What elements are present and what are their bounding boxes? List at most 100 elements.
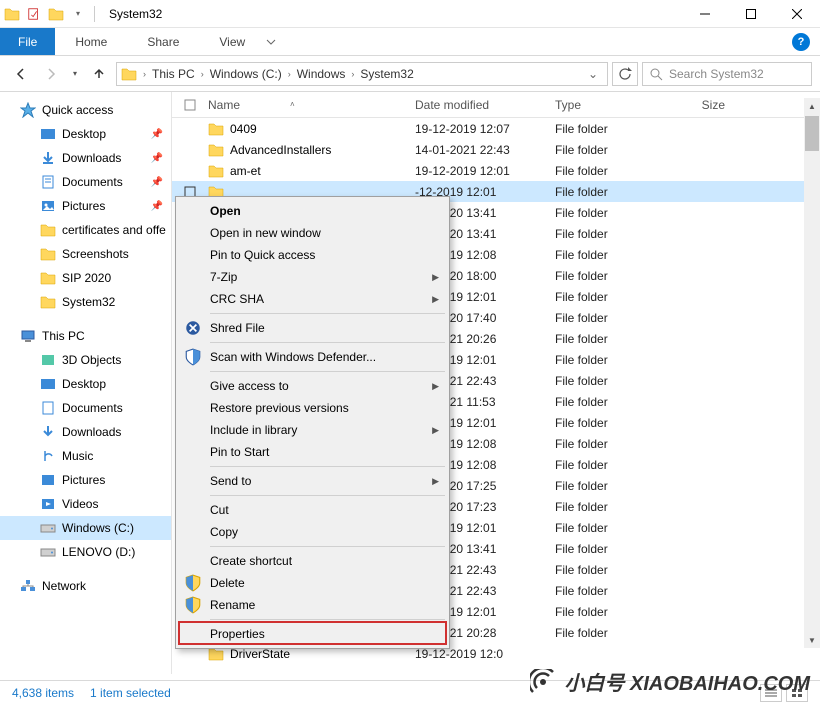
breadcrumb-windows[interactable]: Windows (293, 67, 350, 81)
sidebar-item-icon (40, 400, 56, 416)
qat-new-folder-icon[interactable] (48, 6, 64, 22)
breadcrumb-sep-icon[interactable]: › (351, 69, 354, 79)
menu-item-shred-file[interactable]: Shred File (178, 317, 447, 339)
scroll-up-icon[interactable]: ▲ (804, 98, 820, 114)
folder-icon (208, 163, 224, 179)
sidebar-pc-item[interactable]: Documents (0, 396, 171, 420)
menu-separator (210, 371, 445, 372)
defender-shield-icon (184, 348, 202, 366)
sidebar-quick-item[interactable]: SIP 2020 (0, 266, 171, 290)
status-item-count: 4,638 items (12, 686, 74, 700)
qat-properties-icon[interactable] (26, 6, 42, 22)
view-tab[interactable]: View (199, 28, 265, 55)
select-all-checkbox[interactable] (184, 99, 196, 111)
sidebar-pc-item[interactable]: Downloads (0, 420, 171, 444)
breadcrumb-system32[interactable]: System32 (356, 67, 417, 81)
sidebar-quick-access[interactable]: Quick access (0, 98, 171, 122)
breadcrumb-drive[interactable]: Windows (C:) (206, 67, 286, 81)
ribbon: File Home Share View ? (0, 28, 820, 56)
back-button[interactable] (8, 61, 34, 87)
sidebar-quick-item[interactable]: Desktop📌 (0, 122, 171, 146)
breadcrumb-sep-icon[interactable]: › (143, 69, 146, 79)
sidebar-pc-item[interactable]: Videos (0, 492, 171, 516)
sidebar-quick-item[interactable]: Screenshots (0, 242, 171, 266)
home-tab[interactable]: Home (55, 28, 127, 55)
file-row[interactable]: am-et 19-12-2019 12:01 File folder (172, 160, 820, 181)
column-headers: Name˄ Date modified Type Size (172, 92, 820, 118)
sidebar-this-pc[interactable]: This PC (0, 324, 171, 348)
sidebar-item-icon (40, 174, 56, 190)
scrollbar-thumb[interactable] (805, 116, 819, 151)
sidebar-quick-item[interactable]: Downloads📌 (0, 146, 171, 170)
menu-item-open[interactable]: Open (178, 200, 447, 222)
address-bar[interactable]: › This PC › Windows (C:) › Windows › Sys… (116, 62, 608, 86)
file-tab[interactable]: File (0, 28, 55, 55)
qat-dropdown-icon[interactable]: ▾ (70, 6, 86, 22)
search-input[interactable]: Search System32 (642, 62, 812, 86)
pin-icon: 📌 (151, 153, 163, 164)
menu-item-create-shortcut[interactable]: Create shortcut (178, 550, 447, 572)
menu-item-scan-with-windows-defender-[interactable]: Scan with Windows Defender... (178, 346, 447, 368)
breadcrumb-sep-icon[interactable]: › (288, 69, 291, 79)
sidebar-network[interactable]: Network (0, 574, 171, 598)
sidebar-item-icon (40, 294, 56, 310)
menu-item-cut[interactable]: Cut (178, 499, 447, 521)
broadcast-icon (530, 669, 556, 695)
menu-item-delete[interactable]: Delete (178, 572, 447, 594)
column-date[interactable]: Date modified (415, 98, 555, 112)
scroll-down-icon[interactable]: ▼ (804, 632, 820, 648)
sidebar-pc-item[interactable]: Desktop (0, 372, 171, 396)
close-button[interactable] (774, 0, 820, 28)
column-size[interactable]: Size (665, 98, 725, 112)
recent-dropdown-icon[interactable]: ▾ (68, 61, 82, 87)
title-bar: ▾ System32 (0, 0, 820, 28)
sidebar-quick-item[interactable]: Pictures📌 (0, 194, 171, 218)
breadcrumb-sep-icon[interactable]: › (201, 69, 204, 79)
file-row[interactable]: 0409 19-12-2019 12:07 File folder (172, 118, 820, 139)
menu-item-crc-sha[interactable]: CRC SHA▶ (178, 288, 447, 310)
ribbon-expand-icon[interactable] (265, 36, 277, 48)
menu-item-pin-to-start[interactable]: Pin to Start (178, 441, 447, 463)
search-icon (649, 67, 663, 81)
sidebar-quick-item[interactable]: System32 (0, 290, 171, 314)
sidebar-quick-item[interactable]: Documents📌 (0, 170, 171, 194)
file-row[interactable]: AdvancedInstallers 14-01-2021 22:43 File… (172, 139, 820, 160)
refresh-button[interactable] (612, 62, 638, 86)
sidebar-pc-item[interactable]: Pictures (0, 468, 171, 492)
breadcrumb-this-pc[interactable]: This PC (148, 67, 199, 81)
pin-icon: 📌 (151, 177, 163, 188)
submenu-arrow-icon: ▶ (432, 294, 439, 305)
menu-separator (210, 495, 445, 496)
maximize-button[interactable] (728, 0, 774, 28)
menu-item-copy[interactable]: Copy (178, 521, 447, 543)
window-folder-icon (4, 6, 20, 22)
menu-item-rename[interactable]: Rename (178, 594, 447, 616)
sidebar-pc-item[interactable]: Windows (C:) (0, 516, 171, 540)
forward-button[interactable] (38, 61, 64, 87)
sidebar-quick-item[interactable]: certificates and offe (0, 218, 171, 242)
sidebar-pc-item[interactable]: Music (0, 444, 171, 468)
menu-item-send-to[interactable]: Send to▶ (178, 470, 447, 492)
menu-item-restore-previous-versions[interactable]: Restore previous versions (178, 397, 447, 419)
up-button[interactable] (86, 61, 112, 87)
sidebar-pc-item[interactable]: LENOVO (D:) (0, 540, 171, 564)
column-name[interactable]: Name˄ (208, 98, 415, 112)
address-dropdown-icon[interactable]: ⌄ (585, 67, 601, 81)
context-menu: OpenOpen in new windowPin to Quick acces… (175, 196, 450, 649)
menu-item-include-in-library[interactable]: Include in library▶ (178, 419, 447, 441)
menu-item--zip[interactable]: 7-Zip▶ (178, 266, 447, 288)
menu-item-open-in-new-window[interactable]: Open in new window (178, 222, 447, 244)
minimize-button[interactable] (682, 0, 728, 28)
qat-divider (94, 6, 95, 22)
share-tab[interactable]: Share (127, 28, 199, 55)
menu-item-properties[interactable]: Properties (178, 623, 447, 645)
computer-icon (20, 328, 36, 344)
help-icon[interactable]: ? (792, 33, 810, 51)
menu-item-pin-to-quick-access[interactable]: Pin to Quick access (178, 244, 447, 266)
column-type[interactable]: Type (555, 98, 665, 112)
menu-separator (210, 342, 445, 343)
menu-item-give-access-to[interactable]: Give access to▶ (178, 375, 447, 397)
sidebar-pc-item[interactable]: 3D Objects (0, 348, 171, 372)
vertical-scrollbar[interactable]: ▲ ▼ (804, 98, 820, 648)
submenu-arrow-icon: ▶ (432, 272, 439, 283)
